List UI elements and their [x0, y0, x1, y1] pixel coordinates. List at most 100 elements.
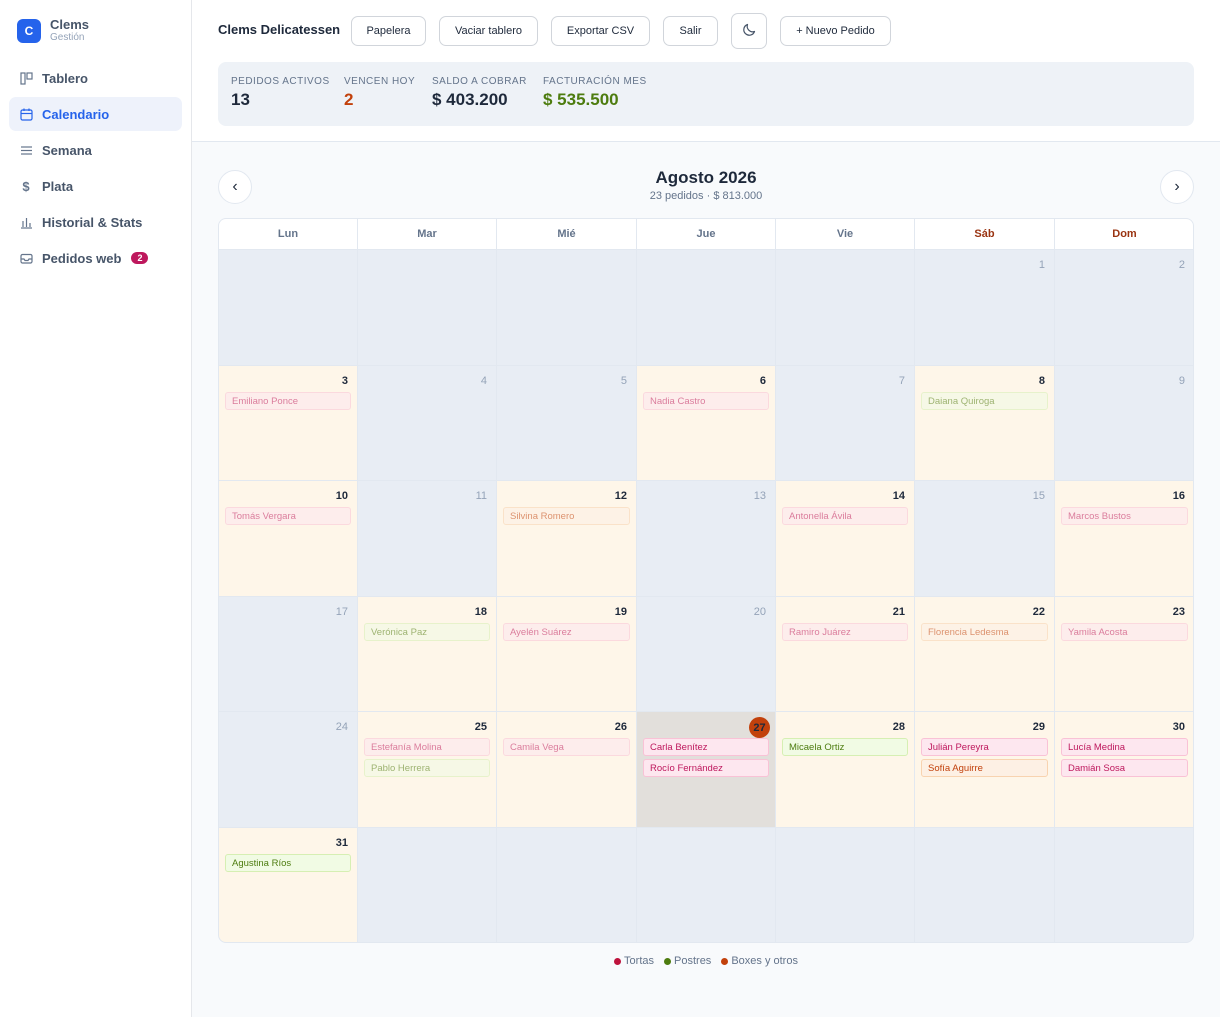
- calendar-day-cell[interactable]: 11: [358, 481, 497, 597]
- next-month-button[interactable]: ›: [1160, 170, 1194, 204]
- calendar-day-cell[interactable]: 10 Tomás Vergara: [219, 481, 358, 597]
- calendar-header: Agosto 2026 23 pedidos · $ 813.000 ‹ ›: [218, 168, 1194, 208]
- calendar-day-cell[interactable]: 26 Camila Vega: [497, 712, 637, 828]
- order-chip[interactable]: Ramiro Juárez: [782, 622, 908, 641]
- calendar-day-cell[interactable]: 30 Lucía Medina Damián Sosa: [1055, 712, 1193, 828]
- calendar-day-cell[interactable]: 29 Julián Pereyra Sofía Aguirre: [915, 712, 1055, 828]
- order-chip[interactable]: Sofía Aguirre: [921, 759, 1048, 777]
- sidebar-item-tablero[interactable]: Tablero: [9, 61, 182, 95]
- calendar-day-cell[interactable]: 19 Ayelén Suárez: [497, 596, 637, 712]
- calendar-day-cell[interactable]: 7: [776, 365, 915, 481]
- calendar-day-cell[interactable]: 2: [1055, 250, 1193, 366]
- order-chip[interactable]: Damián Sosa: [1061, 759, 1188, 777]
- calendar-day-cell[interactable]: 18 Verónica Paz: [358, 596, 497, 712]
- order-chip[interactable]: Micaela Ortiz: [782, 738, 908, 756]
- calendar-day-cell[interactable]: 4: [358, 365, 497, 481]
- chevron-left-icon: ‹: [232, 178, 238, 195]
- order-chip[interactable]: Estefanía Molina: [364, 738, 490, 756]
- order-chip[interactable]: Lucía Medina: [1061, 738, 1188, 756]
- app-logo: C: [17, 18, 41, 43]
- calendar-empty-cell: [637, 250, 776, 366]
- legend-label: Tortas: [624, 955, 655, 967]
- calendar-empty-cell: [637, 827, 776, 942]
- calendar-day-cell[interactable]: 16 Marcos Bustos: [1055, 481, 1193, 597]
- list-icon: [19, 143, 33, 157]
- prev-month-button[interactable]: ‹: [218, 170, 252, 204]
- calendar-day-cell[interactable]: 25 Estefanía Molina Pablo Herrera: [358, 712, 497, 828]
- calendar-day-cell[interactable]: 3 Emiliano Ponce: [219, 365, 358, 481]
- order-chip[interactable]: Emiliano Ponce: [225, 391, 351, 410]
- order-chip[interactable]: Agustina Ríos: [225, 853, 351, 872]
- day-number: 25: [474, 721, 487, 733]
- sidebar: C Clems Gestión Tablero Calendario Seman…: [0, 0, 192, 1017]
- export-csv-button[interactable]: Exportar CSV: [551, 16, 650, 46]
- new-order-button[interactable]: + Nuevo Pedido: [780, 16, 891, 46]
- calendar-day-cell[interactable]: 21 Ramiro Juárez: [776, 596, 915, 712]
- day-orders-list: Florencia Ledesma: [921, 622, 1048, 644]
- day-orders-list: Silvina Romero: [503, 507, 630, 528]
- calendar-day-cell[interactable]: 23 Yamila Acosta: [1055, 596, 1193, 712]
- day-orders-list: Julián Pereyra Sofía Aguirre: [921, 738, 1048, 780]
- day-number: 19: [614, 605, 627, 618]
- order-chip[interactable]: Julián Pereyra: [921, 738, 1048, 756]
- calendar-empty-cell: [915, 827, 1055, 942]
- legend: Tortas Postres Boxes y otros: [218, 955, 1194, 967]
- calendar-empty-cell: [776, 250, 915, 366]
- sidebar-item-semana[interactable]: Semana: [9, 133, 182, 167]
- day-orders-list: Daiana Quiroga: [921, 391, 1048, 413]
- clear-board-button[interactable]: Vaciar tablero: [439, 16, 538, 46]
- calendar-day-cell[interactable]: 1: [915, 250, 1055, 366]
- sidebar-item-calendario[interactable]: Calendario: [9, 97, 182, 131]
- day-number: 10: [335, 490, 348, 502]
- calendar-day-cell[interactable]: 28 Micaela Ortiz: [776, 712, 915, 828]
- logout-button[interactable]: Salir: [663, 16, 718, 46]
- order-chip[interactable]: Antonella Ávila: [782, 507, 908, 525]
- order-chip[interactable]: Yamila Acosta: [1061, 622, 1188, 641]
- day-number: 8: [1038, 374, 1045, 387]
- order-chip[interactable]: Daiana Quiroga: [921, 391, 1048, 410]
- day-orders-list: Micaela Ortiz: [782, 738, 908, 759]
- sidebar-item-label: Semana: [42, 142, 92, 158]
- calendar-day-cell[interactable]: 12 Silvina Romero: [497, 481, 637, 597]
- sidebar-item-plata[interactable]: $ Plata: [9, 169, 182, 203]
- day-orders-list: Ramiro Juárez: [782, 622, 908, 644]
- calendar-empty-cell: [219, 250, 358, 366]
- calendar-day-cell[interactable]: 31 Agustina Ríos: [219, 827, 358, 942]
- calendar-empty-cell: [358, 827, 497, 942]
- day-number: 28: [892, 721, 905, 733]
- calendar-day-cell[interactable]: 8 Daiana Quiroga: [915, 365, 1055, 481]
- order-chip[interactable]: Verónica Paz: [364, 622, 490, 641]
- calendar-day-cell[interactable]: 15: [915, 481, 1055, 597]
- calendar-day-cell[interactable]: 9: [1055, 365, 1193, 481]
- calendar-day-cell[interactable]: 14 Antonella Ávila: [776, 481, 915, 597]
- calendar-day-cell[interactable]: 13: [637, 481, 776, 597]
- stat-balance: SALDO A COBRAR $ 403.200: [432, 76, 527, 110]
- calendar-day-cell[interactable]: 24: [219, 712, 358, 828]
- sidebar-item-pedidos-web[interactable]: Pedidos web 2: [9, 241, 182, 275]
- order-chip[interactable]: Ayelén Suárez: [503, 622, 630, 641]
- order-chip[interactable]: Carla Benítez: [643, 738, 769, 756]
- weekday-header: Sáb: [915, 219, 1055, 250]
- calendar-day-cell[interactable]: 27 Carla Benítez Rocío Fernández: [637, 712, 776, 828]
- order-chip[interactable]: Marcos Bustos: [1061, 507, 1188, 525]
- calendar-day-cell[interactable]: 6 Nadia Castro: [637, 365, 776, 481]
- order-chip[interactable]: Tomás Vergara: [225, 507, 351, 525]
- legend-label: Postres: [674, 955, 712, 967]
- order-chip[interactable]: Rocío Fernández: [643, 759, 769, 777]
- brand-name: Clems: [50, 17, 90, 32]
- order-chip[interactable]: Pablo Herrera: [364, 759, 490, 777]
- calendar-day-cell[interactable]: 22 Florencia Ledesma: [915, 596, 1055, 712]
- calendar-day-cell[interactable]: 5: [497, 365, 637, 481]
- order-chip[interactable]: Florencia Ledesma: [921, 622, 1048, 641]
- theme-toggle-button[interactable]: [731, 13, 767, 49]
- legend-label: Boxes y otros: [731, 955, 798, 967]
- sidebar-item-historial[interactable]: Historial & Stats: [9, 205, 182, 239]
- order-chip[interactable]: Nadia Castro: [643, 391, 769, 410]
- order-chip[interactable]: Camila Vega: [503, 738, 630, 756]
- legend-dot-icon: [614, 957, 622, 965]
- calendar-day-cell[interactable]: 20: [637, 596, 776, 712]
- trash-button[interactable]: Papelera: [351, 16, 426, 46]
- calendar-day-cell[interactable]: 17: [219, 596, 358, 712]
- order-chip[interactable]: Silvina Romero: [503, 507, 630, 525]
- day-number: 1: [1038, 259, 1045, 271]
